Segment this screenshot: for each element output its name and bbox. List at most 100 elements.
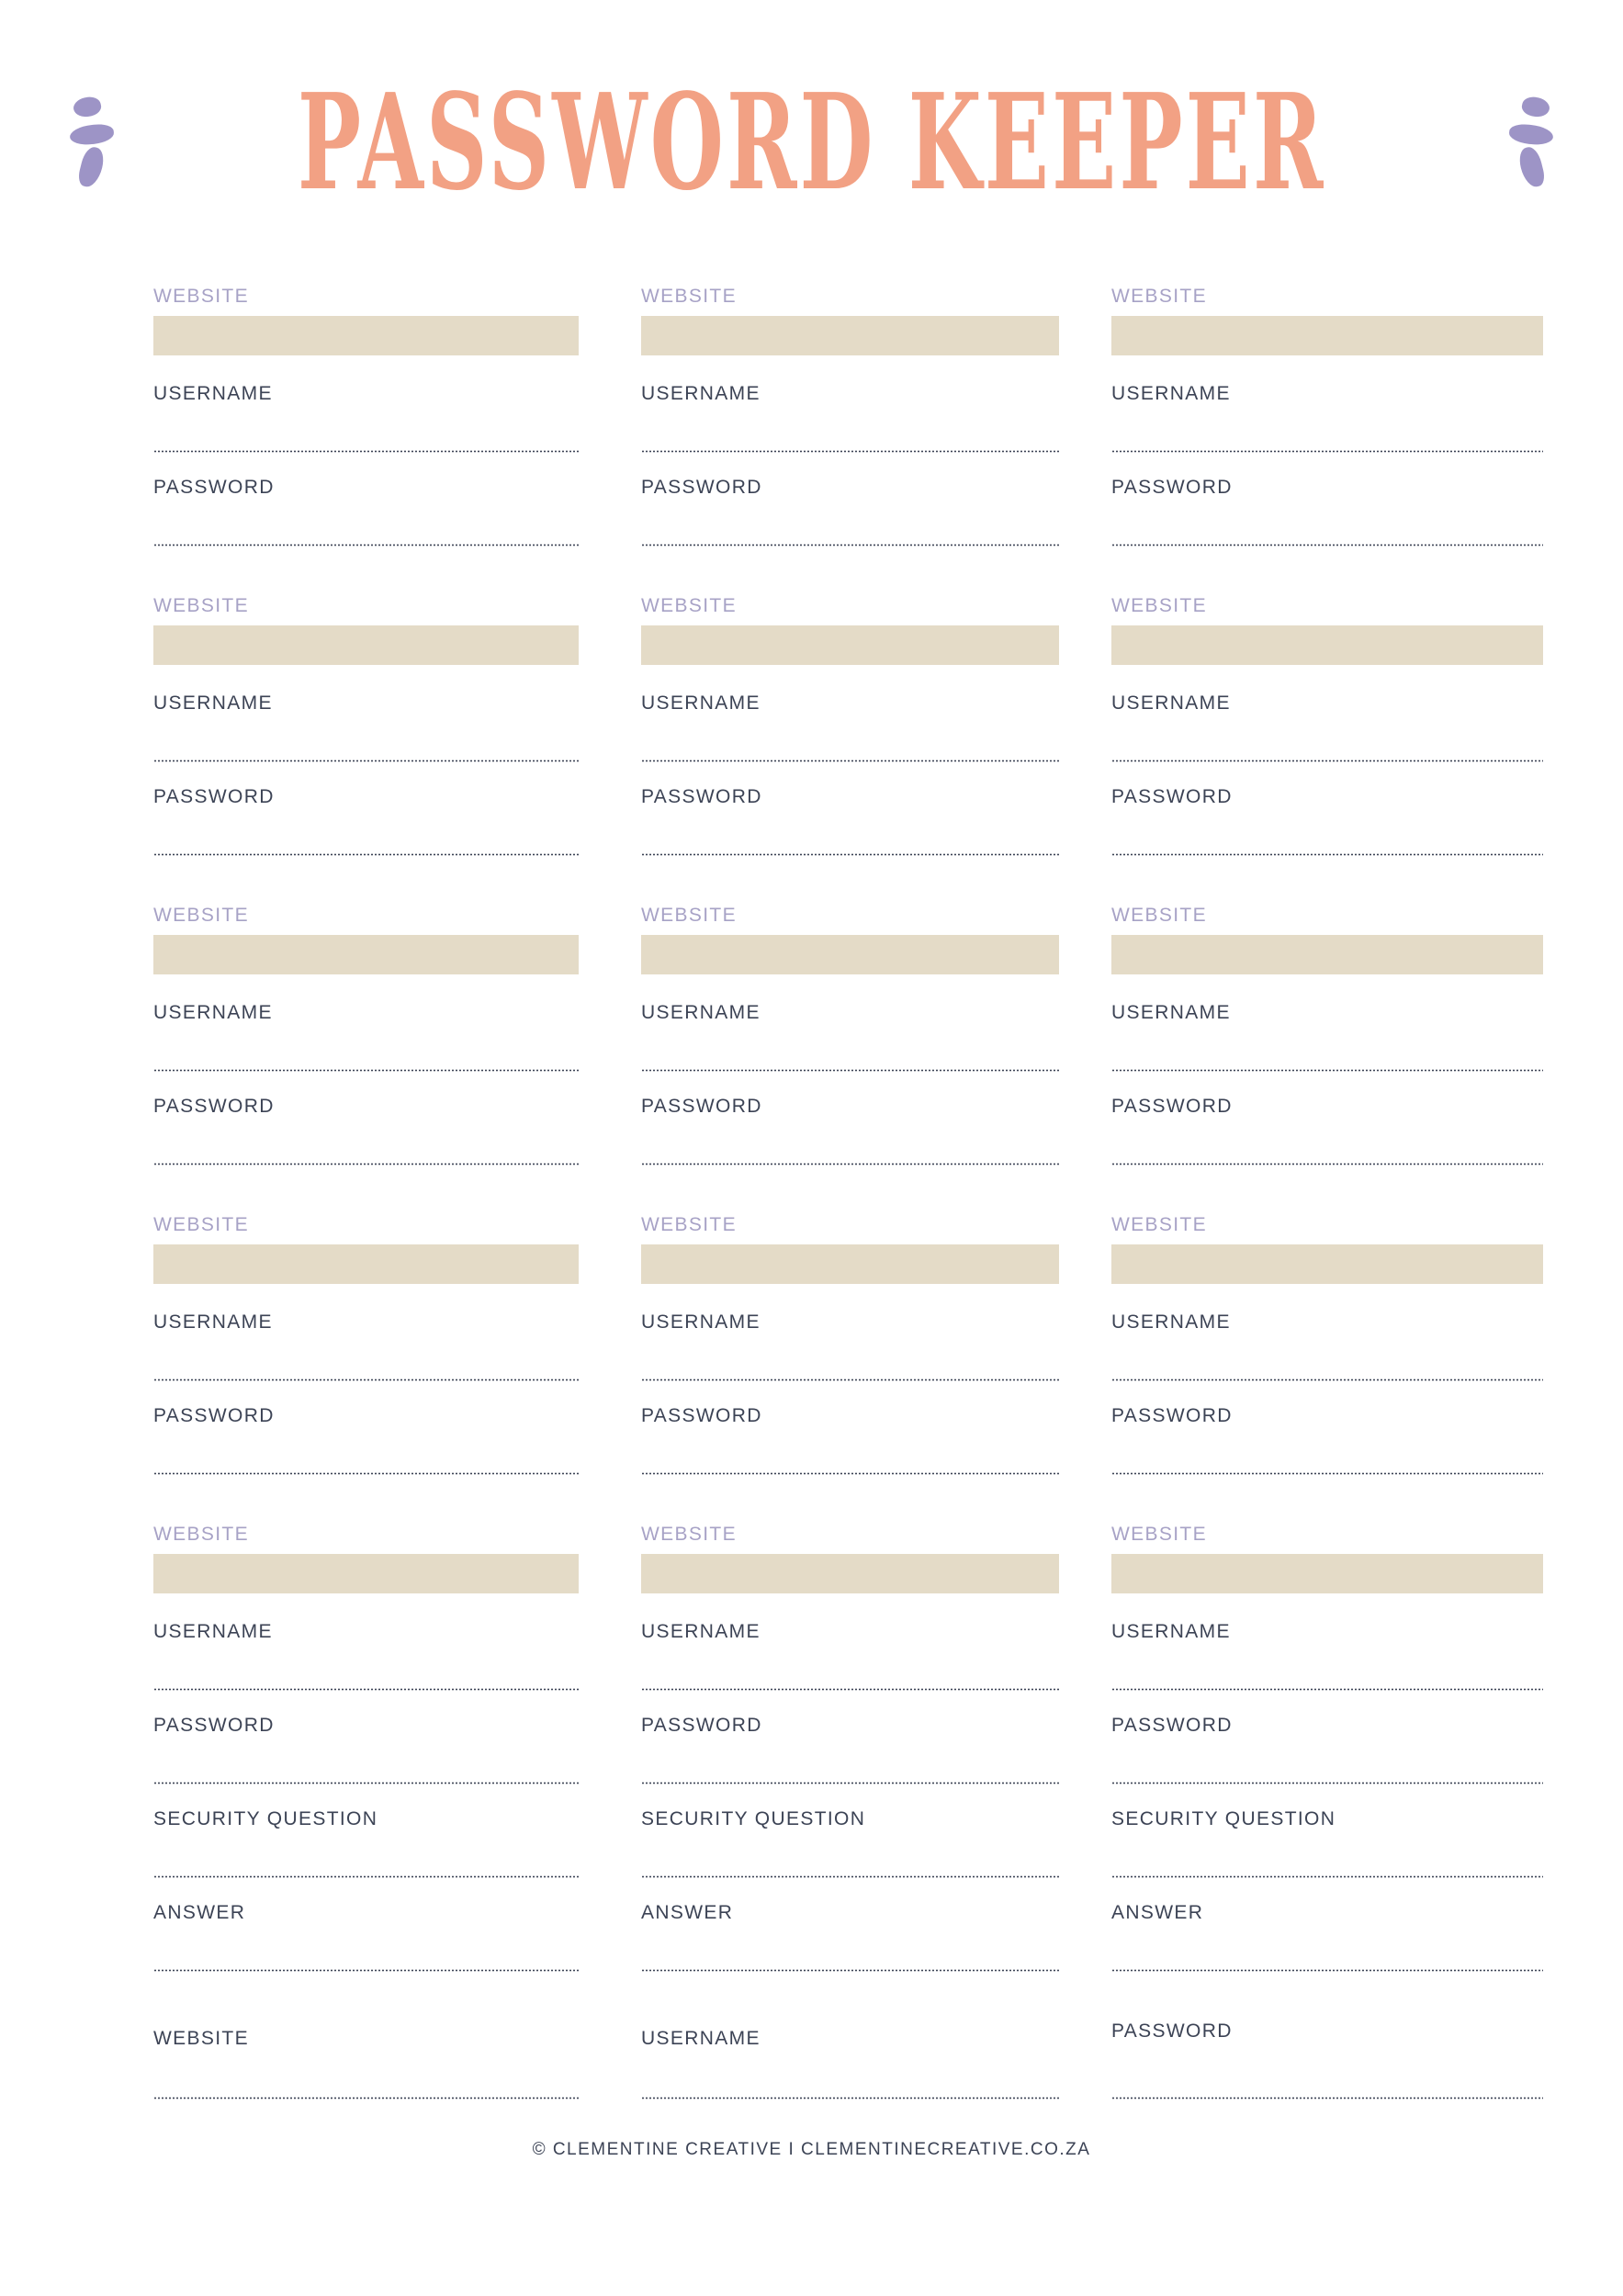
website-label: WEBSITE <box>641 286 737 307</box>
password-label: PASSWORD <box>153 1405 275 1426</box>
username-label: USERNAME <box>153 692 273 714</box>
page-header: PASSWORD KEEPER <box>0 0 1623 248</box>
password-label: PASSWORD <box>153 477 275 498</box>
username-label: USERNAME <box>641 1311 761 1333</box>
entry-card: WEBSITE USERNAME PASSWORD <box>641 596 1059 856</box>
password-label: PASSWORD <box>153 1715 275 1736</box>
password-input[interactable] <box>641 544 1059 546</box>
answer-label: ANSWER <box>153 1902 246 1923</box>
entry-card: WEBSITE USERNAME PASSWORD <box>153 1215 579 1475</box>
password-input[interactable] <box>1111 1472 1543 1475</box>
leaf-ornament-right-icon <box>1502 92 1555 193</box>
answer-label: ANSWER <box>1111 1902 1204 1923</box>
username-label: USERNAME <box>1111 692 1231 714</box>
website-input[interactable] <box>1111 316 1543 355</box>
password-input[interactable] <box>1111 2097 1543 2099</box>
security-question-label: SECURITY QUESTION <box>1111 1808 1336 1829</box>
entry-card: WEBSITE USERNAME PASSWORD <box>641 287 1059 546</box>
password-label: PASSWORD <box>1111 1715 1233 1736</box>
website-input[interactable] <box>153 2097 579 2099</box>
website-input[interactable] <box>1111 935 1543 974</box>
entry-card: WEBSITE USERNAME PASSWORD <box>153 906 579 1165</box>
website-input[interactable] <box>1111 625 1543 665</box>
tail-field: PASSWORD <box>1111 1972 1543 2099</box>
website-label: WEBSITE <box>153 286 249 307</box>
password-input[interactable] <box>641 853 1059 856</box>
username-input[interactable] <box>641 2097 1059 2099</box>
password-input[interactable] <box>153 544 579 546</box>
website-input[interactable] <box>153 625 579 665</box>
entry-card: WEBSITE USERNAME PASSWORD <box>1111 1215 1543 1475</box>
password-input[interactable] <box>1111 544 1543 546</box>
password-input[interactable] <box>153 853 579 856</box>
website-input[interactable] <box>153 1554 579 1593</box>
security-question-label: SECURITY QUESTION <box>153 1808 378 1829</box>
password-input[interactable] <box>641 1472 1059 1475</box>
entry-group-row: WEBSITE USERNAME PASSWORD SECURITY QUEST… <box>153 1524 1543 1972</box>
password-input[interactable] <box>153 1472 579 1475</box>
website-label: WEBSITE <box>153 1524 249 1545</box>
website-input[interactable] <box>641 1554 1059 1593</box>
entry-card: WEBSITE USERNAME PASSWORD <box>1111 596 1543 856</box>
website-input[interactable] <box>153 316 579 355</box>
password-input[interactable] <box>153 1163 579 1165</box>
website-label: WEBSITE <box>153 1214 249 1235</box>
website-label: WEBSITE <box>641 905 737 926</box>
entry-card: WEBSITE USERNAME PASSWORD <box>1111 287 1543 546</box>
password-label: PASSWORD <box>1111 1096 1233 1117</box>
entry-group-row: WEBSITE USERNAME PASSWORD WEBSITE USERNA… <box>153 595 1543 856</box>
website-label: WEBSITE <box>153 595 249 616</box>
username-label: USERNAME <box>641 1621 761 1642</box>
username-label: USERNAME <box>641 692 761 714</box>
password-label: PASSWORD <box>1111 2020 1233 2042</box>
password-label: PASSWORD <box>641 1715 762 1736</box>
password-input[interactable] <box>1111 1163 1543 1165</box>
username-label: USERNAME <box>153 383 273 404</box>
security-question-label: SECURITY QUESTION <box>641 1808 866 1829</box>
password-entry-sheet: WEBSITE USERNAME PASSWORD WEBSITE USERNA… <box>153 287 1543 2099</box>
website-label: WEBSITE <box>641 1524 737 1545</box>
website-label: WEBSITE <box>1111 286 1207 307</box>
password-label: PASSWORD <box>153 786 275 807</box>
password-label: PASSWORD <box>641 786 762 807</box>
answer-label: ANSWER <box>641 1902 734 1923</box>
website-input[interactable] <box>641 316 1059 355</box>
username-label: USERNAME <box>153 1002 273 1023</box>
website-label: WEBSITE <box>1111 595 1207 616</box>
entry-card: WEBSITE USERNAME PASSWORD <box>641 1215 1059 1475</box>
username-label: USERNAME <box>153 1311 273 1333</box>
website-label: WEBSITE <box>641 1214 737 1235</box>
website-input[interactable] <box>641 935 1059 974</box>
username-label: USERNAME <box>641 2028 761 2049</box>
website-label: WEBSITE <box>641 595 737 616</box>
password-label: PASSWORD <box>641 1096 762 1117</box>
password-label: PASSWORD <box>1111 1405 1233 1426</box>
entry-card: WEBSITE USERNAME PASSWORD <box>1111 906 1543 1165</box>
username-label: USERNAME <box>1111 1621 1231 1642</box>
website-label: WEBSITE <box>1111 1524 1207 1545</box>
entry-card: WEBSITE USERNAME PASSWORD SECURITY QUEST… <box>1111 1525 1543 1972</box>
website-input[interactable] <box>641 1244 1059 1284</box>
website-input[interactable] <box>1111 1554 1543 1593</box>
password-label: PASSWORD <box>641 477 762 498</box>
username-label: USERNAME <box>641 383 761 404</box>
website-input[interactable] <box>153 935 579 974</box>
username-label: USERNAME <box>1111 1311 1231 1333</box>
website-input[interactable] <box>1111 1244 1543 1284</box>
website-input[interactable] <box>641 625 1059 665</box>
username-label: USERNAME <box>1111 1002 1231 1023</box>
tail-entry-row: WEBSITE USERNAME PASSWORD <box>153 1972 1543 2099</box>
page-title: PASSWORD KEEPER <box>297 63 1326 220</box>
password-label: PASSWORD <box>641 1405 762 1426</box>
entry-group-row: WEBSITE USERNAME PASSWORD WEBSITE USERNA… <box>153 1215 1543 1475</box>
footer-credit: © CLEMENTINE CREATIVE I CLEMENTINECREATI… <box>532 2140 1091 2159</box>
password-input[interactable] <box>1111 853 1543 856</box>
entry-card: WEBSITE USERNAME PASSWORD <box>153 287 579 546</box>
website-input[interactable] <box>153 1244 579 1284</box>
tail-field: USERNAME <box>641 1972 1059 2099</box>
entry-card: WEBSITE USERNAME PASSWORD <box>641 906 1059 1165</box>
tail-field: WEBSITE <box>153 1972 579 2099</box>
password-input[interactable] <box>641 1163 1059 1165</box>
entry-group-row: WEBSITE USERNAME PASSWORD WEBSITE USERNA… <box>153 906 1543 1165</box>
website-label: WEBSITE <box>1111 905 1207 926</box>
